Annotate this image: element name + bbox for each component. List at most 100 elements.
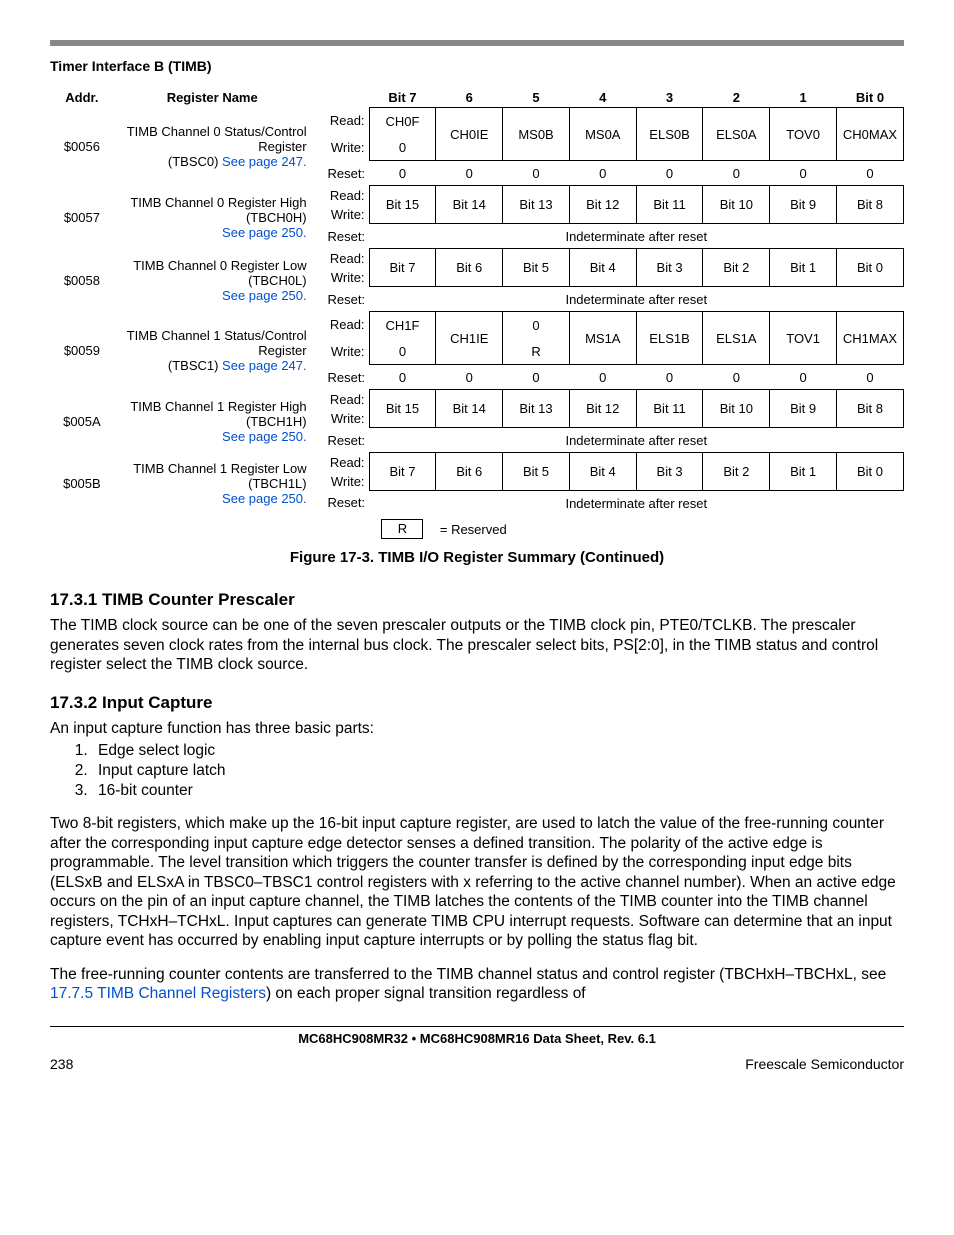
reset-indeterminate: Indeterminate after reset — [369, 491, 903, 516]
list-item: Input capture latch — [92, 762, 904, 780]
addr-cell: $0056 — [50, 108, 114, 186]
rw-label-reset: Reset: — [317, 161, 369, 186]
bit-cell: Bit 8 — [836, 390, 903, 428]
bit-cell: Bit 7 — [369, 453, 436, 491]
rw-label-read: Read: — [317, 108, 369, 135]
addr-cell: $0057 — [50, 186, 114, 249]
link-channel-registers[interactable]: 17.7.5 TIMB Channel Registers — [50, 985, 266, 1002]
addr-cell: $0058 — [50, 249, 114, 312]
figure-caption: Figure 17-3. TIMB I/O Register Summary (… — [50, 549, 904, 566]
legend-text: = Reserved — [436, 515, 570, 541]
reset-cell: 0 — [503, 365, 570, 390]
para-ic-body1: Two 8-bit registers, which make up the 1… — [50, 814, 904, 951]
regname-cell: TIMB Channel 1 Status/ControlRegister(TB… — [114, 312, 317, 390]
bit-cell: Bit 11 — [636, 186, 703, 224]
bit-cell: ELS0A — [703, 108, 770, 161]
bit-cell: CH1IE — [436, 312, 503, 365]
hdr-b6: 6 — [436, 88, 503, 108]
page-link[interactable]: See page 250. — [222, 225, 307, 240]
reset-indeterminate: Indeterminate after reset — [369, 287, 903, 312]
reset-cell: 0 — [369, 161, 436, 186]
bit-cell: Bit 5 — [503, 249, 570, 287]
bit-cell: ELS1A — [703, 312, 770, 365]
page-link[interactable]: See page 250. — [222, 491, 307, 506]
bit-cell: Bit 9 — [770, 186, 837, 224]
bit-cell: Bit 6 — [436, 249, 503, 287]
bit-cell: MS0A — [569, 108, 636, 161]
page-link[interactable]: See page 247. — [222, 154, 307, 169]
bit-cell: Bit 8 — [836, 186, 903, 224]
bit-cell: Bit 4 — [569, 249, 636, 287]
page-link[interactable]: See page 250. — [222, 288, 307, 303]
bit-cell: Bit 1 — [770, 453, 837, 491]
hdr-regname: Register Name — [114, 88, 317, 108]
reset-cell: 0 — [369, 365, 436, 390]
bit-cell: R — [503, 338, 570, 365]
bit-cell: ELS1B — [636, 312, 703, 365]
page-number: 238 — [50, 1056, 73, 1072]
footer-row: 238 Freescale Semiconductor — [50, 1056, 904, 1072]
reset-cell: 0 — [770, 161, 837, 186]
regname-cell: TIMB Channel 0 Register Low(TBCH0L)See p… — [114, 249, 317, 312]
bit-cell: 0 — [503, 312, 570, 339]
footer-doc-title: MC68HC908MR32 • MC68HC908MR16 Data Sheet… — [50, 1031, 904, 1046]
reset-cell: 0 — [703, 365, 770, 390]
reset-cell: 0 — [503, 161, 570, 186]
rw-label-write: Write: — [317, 268, 369, 287]
bit-cell: CH0F — [369, 108, 436, 135]
bit-cell: Bit 12 — [569, 186, 636, 224]
table-row-read: $0057TIMB Channel 0 Register High(TBCH0H… — [50, 186, 904, 205]
page-link[interactable]: See page 247. — [222, 358, 307, 373]
reset-cell: 0 — [636, 365, 703, 390]
bit-cell: Bit 15 — [369, 186, 436, 224]
reset-cell: 0 — [703, 161, 770, 186]
hdr-rw — [317, 88, 369, 108]
para-ic-body2: The free-running counter contents are tr… — [50, 965, 904, 1004]
bit-cell: Bit 1 — [770, 249, 837, 287]
bit-cell: MS0B — [503, 108, 570, 161]
bit-cell: Bit 11 — [636, 390, 703, 428]
register-summary-table: Addr. Register Name Bit 7 6 5 4 3 2 1 Bi… — [50, 88, 904, 541]
table-row-read: $005BTIMB Channel 1 Register Low(TBCH1L)… — [50, 453, 904, 472]
bit-cell: 0 — [369, 134, 436, 161]
bit-cell: Bit 13 — [503, 390, 570, 428]
reset-indeterminate: Indeterminate after reset — [369, 428, 903, 453]
bit-cell: ELS0B — [636, 108, 703, 161]
rw-label-write: Write: — [317, 472, 369, 491]
rw-label-reset: Reset: — [317, 287, 369, 312]
regname-cell: TIMB Channel 0 Status/ControlRegister(TB… — [114, 108, 317, 186]
reset-cell: 0 — [836, 161, 903, 186]
bit-cell: Bit 2 — [703, 453, 770, 491]
bit-cell: Bit 5 — [503, 453, 570, 491]
table-row-read: $0059TIMB Channel 1 Status/ControlRegist… — [50, 312, 904, 339]
bit-cell: CH1F — [369, 312, 436, 339]
rw-label-reset: Reset: — [317, 491, 369, 516]
rw-label-reset: Reset: — [317, 365, 369, 390]
table-row-read: $0056TIMB Channel 0 Status/ControlRegist… — [50, 108, 904, 135]
bit-cell: Bit 2 — [703, 249, 770, 287]
reset-cell: 0 — [436, 365, 503, 390]
reset-indeterminate: Indeterminate after reset — [369, 224, 903, 249]
rw-label-read: Read: — [317, 249, 369, 268]
header-rule — [50, 40, 904, 46]
rw-label-read: Read: — [317, 186, 369, 205]
reset-cell: 0 — [636, 161, 703, 186]
reset-cell: 0 — [836, 365, 903, 390]
rw-label-write: Write: — [317, 338, 369, 365]
rw-label-read: Read: — [317, 312, 369, 339]
hdr-b2: 2 — [703, 88, 770, 108]
table-row-read: $005ATIMB Channel 1 Register High(TBCH1H… — [50, 390, 904, 409]
page-link[interactable]: See page 250. — [222, 429, 307, 444]
bit-cell: Bit 10 — [703, 186, 770, 224]
footer-company: Freescale Semiconductor — [745, 1056, 904, 1072]
reset-cell: 0 — [436, 161, 503, 186]
footer-rule — [50, 1026, 904, 1027]
bit-cell: Bit 10 — [703, 390, 770, 428]
input-capture-list: Edge select logic Input capture latch 16… — [92, 742, 904, 800]
bit-cell: MS1A — [569, 312, 636, 365]
running-header: Timer Interface B (TIMB) — [50, 58, 904, 74]
rw-label-read: Read: — [317, 390, 369, 409]
bit-cell: TOV1 — [770, 312, 837, 365]
bit-cell: CH0MAX — [836, 108, 903, 161]
heading-input-capture: 17.3.2 Input Capture — [50, 693, 904, 713]
